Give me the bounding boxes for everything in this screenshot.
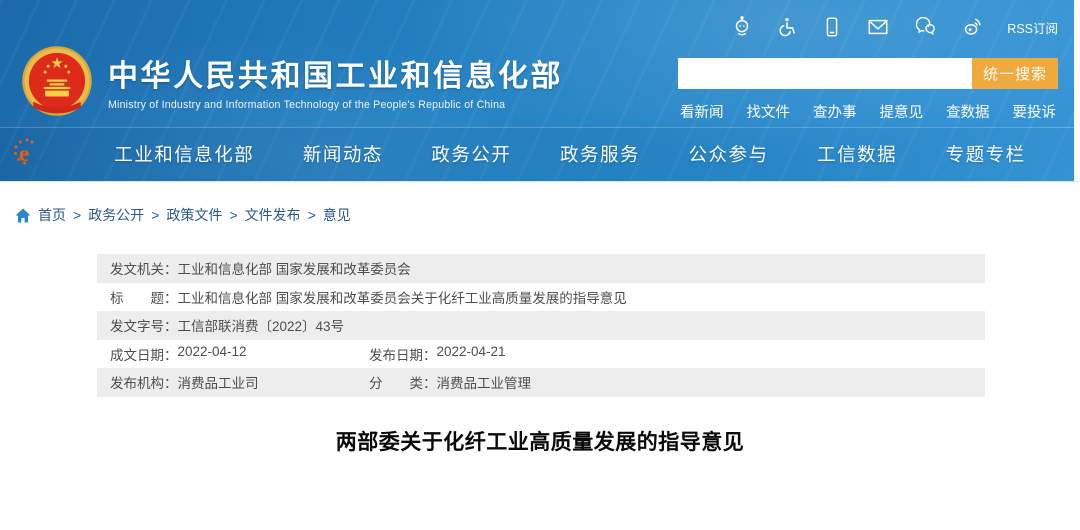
meta-value: 消费品工业管理 [437, 372, 532, 392]
breadcrumb-separator: > [229, 207, 237, 223]
breadcrumb-opinions[interactable]: 意见 [323, 205, 351, 225]
breadcrumb-gov-disclosure[interactable]: 政务公开 [88, 205, 144, 225]
quick-link-services[interactable]: 查办事 [813, 101, 857, 122]
header-tools: RSS订阅 统一搜索 看新闻 找文件 查办事 提意见 查数据 要投诉 [678, 14, 1058, 122]
home-icon[interactable] [15, 208, 31, 223]
meta-row-title: 标 题：工业和信息化部 国家发展和改革委员会关于化纤工业高质量发展的指导意见 [97, 283, 985, 312]
meta-value: 工业和信息化部 国家发展和改革委员会 [178, 258, 411, 278]
weibo-icon[interactable] [960, 16, 984, 38]
svg-text:e: e [19, 141, 29, 166]
site-header: 中华人民共和国工业和信息化部 Ministry of Industry and … [0, 0, 1080, 181]
meta-value: 2022-04-12 [178, 344, 247, 364]
meta-label: 发布机构： [110, 372, 178, 392]
nav-items: 工业和信息化部 新闻动态 政务公开 政务服务 公众参与 工信数据 专题专栏 [50, 141, 1080, 167]
nav-item-news[interactable]: 新闻动态 [303, 141, 383, 167]
breadcrumb-policy-files[interactable]: 政策文件 [166, 205, 222, 225]
quick-links: 看新闻 找文件 查办事 提意见 查数据 要投诉 [678, 101, 1058, 122]
meta-cell: 发文机关：工业和信息化部 国家发展和改革委员会 [110, 258, 411, 278]
meta-label: 分 类： [369, 372, 437, 392]
nav-item-gov-disclosure[interactable]: 政务公开 [431, 141, 511, 167]
main-nav: e 工业和信息化部 新闻动态 政务公开 政务服务 公众参与 工信数据 专题专栏 [0, 127, 1080, 181]
breadcrumb-home[interactable]: 首页 [38, 205, 66, 225]
page-content: 首页 > 政务公开 > 政策文件 > 文件发布 > 意见 发文机关：工业和信息化… [0, 181, 1080, 456]
meta-row-doc-number: 发文字号：工信部联消费〔2022〕43号 [97, 311, 985, 340]
nav-item-gov-services[interactable]: 政务服务 [560, 141, 640, 167]
search-input[interactable] [678, 58, 972, 89]
header-icon-row: RSS订阅 [678, 14, 1058, 40]
meta-row-publisher: 发布机构：消费品工业司 分 类：消费品工业管理 [97, 368, 985, 397]
meta-label: 发布日期： [369, 344, 437, 364]
quick-link-complaint[interactable]: 要投诉 [1013, 101, 1057, 122]
meta-cell: 发文字号：工信部联消费〔2022〕43号 [110, 315, 344, 335]
meta-cell: 发布日期：2022-04-21 [369, 344, 506, 364]
miit-e-logo-icon: e [10, 137, 50, 171]
site-subtitle: Ministry of Industry and Information Tec… [108, 99, 563, 111]
meta-row-issuing-agency: 发文机关：工业和信息化部 国家发展和改革委员会 [97, 254, 985, 283]
breadcrumb-separator: > [151, 207, 159, 223]
rss-link[interactable]: RSS订阅 [1007, 18, 1058, 37]
nav-item-special-topics[interactable]: 专题专栏 [946, 141, 1026, 167]
breadcrumb-separator: > [73, 207, 81, 223]
accessibility-icon[interactable] [776, 16, 798, 38]
breadcrumb-separator: > [308, 207, 316, 223]
meta-value: 消费品工业司 [178, 372, 259, 392]
breadcrumb: 首页 > 政务公开 > 政策文件 > 文件发布 > 意见 [0, 181, 1080, 225]
quick-link-news[interactable]: 看新闻 [680, 101, 724, 122]
site-title: 中华人民共和国工业和信息化部 [108, 51, 563, 95]
mascot-icon[interactable] [731, 16, 753, 38]
meta-cell: 标 题：工业和信息化部 国家发展和改革委员会关于化纤工业高质量发展的指导意见 [110, 287, 627, 307]
wechat-icon[interactable] [913, 16, 937, 38]
meta-value: 工信部联消费〔2022〕43号 [178, 315, 345, 335]
site-identity[interactable]: 中华人民共和国工业和信息化部 Ministry of Industry and … [20, 44, 563, 118]
national-emblem-icon [20, 44, 94, 118]
meta-label: 成文日期： [110, 344, 178, 364]
meta-row-dates: 成文日期：2022-04-12 发布日期：2022-04-21 [97, 340, 985, 369]
page-right-margin [1074, 0, 1080, 181]
mobile-icon[interactable] [821, 16, 843, 38]
meta-cell: 发布机构：消费品工业司 [110, 372, 369, 392]
search-bar: 统一搜索 [678, 58, 1058, 89]
meta-label: 发文字号： [110, 315, 178, 335]
quick-link-feedback[interactable]: 提意见 [880, 101, 924, 122]
mail-icon[interactable] [866, 16, 890, 38]
meta-cell: 成文日期：2022-04-12 [110, 344, 369, 364]
quick-link-files[interactable]: 找文件 [747, 101, 791, 122]
meta-value: 工业和信息化部 国家发展和改革委员会关于化纤工业高质量发展的指导意见 [178, 287, 627, 307]
article-title: 两部委关于化纤工业高质量发展的指导意见 [0, 426, 1080, 456]
search-button[interactable]: 统一搜索 [972, 58, 1058, 89]
site-banner: 中华人民共和国工业和信息化部 Ministry of Industry and … [0, 0, 1080, 127]
nav-item-miit[interactable]: 工业和信息化部 [114, 141, 254, 167]
quick-link-data[interactable]: 查数据 [946, 101, 990, 122]
meta-label: 发文机关： [110, 258, 178, 278]
meta-label: 标 题： [110, 287, 178, 307]
meta-cell: 分 类：消费品工业管理 [369, 372, 531, 392]
nav-item-miit-data[interactable]: 工信数据 [817, 141, 897, 167]
breadcrumb-file-release[interactable]: 文件发布 [245, 205, 301, 225]
meta-value: 2022-04-21 [437, 344, 506, 364]
nav-item-public-participation[interactable]: 公众参与 [689, 141, 769, 167]
doc-meta-table: 发文机关：工业和信息化部 国家发展和改革委员会 标 题：工业和信息化部 国家发展… [97, 254, 985, 397]
